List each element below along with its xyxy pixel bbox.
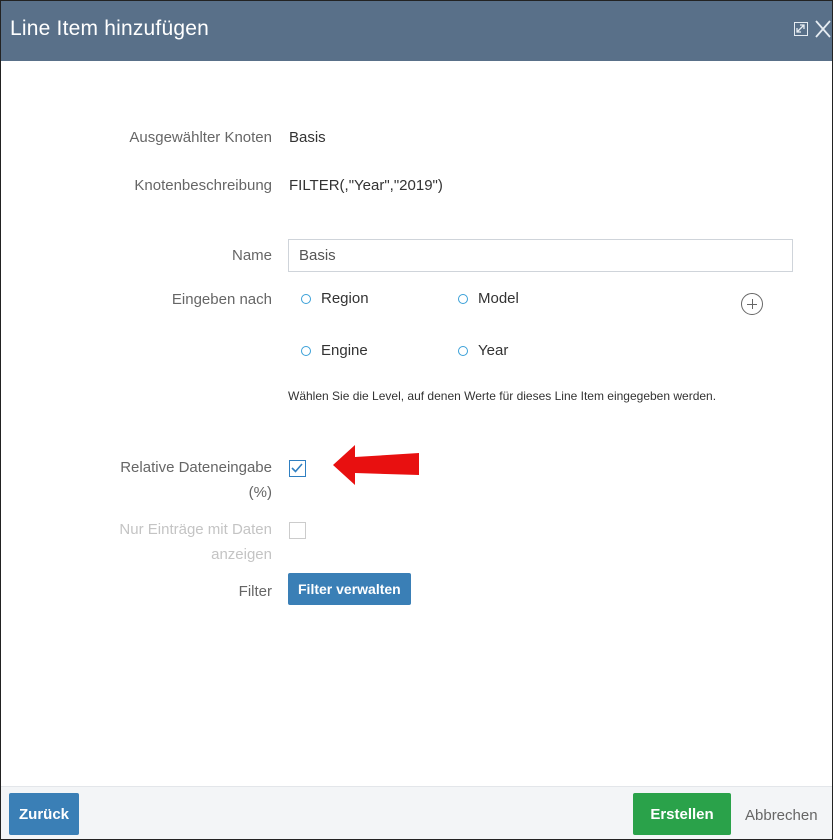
radio-circle-icon: [458, 293, 468, 304]
radio-circle-icon: [301, 345, 311, 356]
annotation-arrow: [333, 445, 419, 485]
add-level-icon[interactable]: [741, 293, 763, 315]
level-option-label: Model: [478, 290, 519, 307]
titlebar-actions: [794, 18, 832, 40]
level-option-model[interactable]: Model: [458, 290, 519, 307]
add-line-item-dialog: Line Item hinzufügen Ausgewählter Knoten…: [0, 0, 833, 840]
relative-input-label-suffix: (%): [248, 484, 272, 501]
only-with-data-checkbox[interactable]: [289, 522, 306, 539]
manage-filter-button[interactable]: Filter verwalten: [288, 573, 411, 605]
level-option-region[interactable]: Region: [301, 290, 369, 307]
cancel-link[interactable]: Abbrechen: [745, 807, 818, 824]
level-option-label: Year: [478, 342, 509, 359]
dialog-title: Line Item hinzufügen: [10, 17, 209, 40]
node-description-label: Knotenbeschreibung: [134, 177, 272, 194]
level-option-label: Region: [321, 290, 369, 307]
close-icon[interactable]: [814, 18, 832, 40]
radio-circle-icon: [458, 345, 468, 356]
filter-label: Filter: [238, 583, 272, 600]
node-description-value: FILTER(,"Year","2019"): [289, 177, 443, 194]
dialog-footer: Zurück Erstellen Abbrechen: [1, 786, 832, 839]
create-button[interactable]: Erstellen: [633, 793, 731, 835]
dialog-titlebar: Line Item hinzufügen: [1, 1, 832, 61]
only-with-data-label: Nur Einträge mit Daten: [119, 521, 272, 538]
relative-input-label: Relative Dateneingabe: [120, 459, 272, 476]
relative-input-checkbox[interactable]: [289, 460, 306, 477]
level-option-engine[interactable]: Engine: [301, 342, 368, 359]
name-label: Name: [231, 247, 272, 264]
level-option-label: Engine: [321, 342, 368, 359]
selected-node-value: Basis: [289, 129, 326, 146]
back-button[interactable]: Zurück: [9, 793, 80, 835]
only-with-data-label-suffix: anzeigen: [211, 546, 272, 563]
radio-circle-icon: [301, 293, 311, 304]
name-input[interactable]: [288, 239, 793, 272]
expand-icon[interactable]: [794, 22, 808, 36]
enter-by-label: Eingeben nach: [171, 291, 272, 308]
level-option-year[interactable]: Year: [458, 342, 508, 359]
selected-node-label: Ausgewählter Knoten: [129, 129, 272, 146]
levels-hint: Wählen Sie die Level, auf denen Werte fü…: [288, 389, 717, 403]
